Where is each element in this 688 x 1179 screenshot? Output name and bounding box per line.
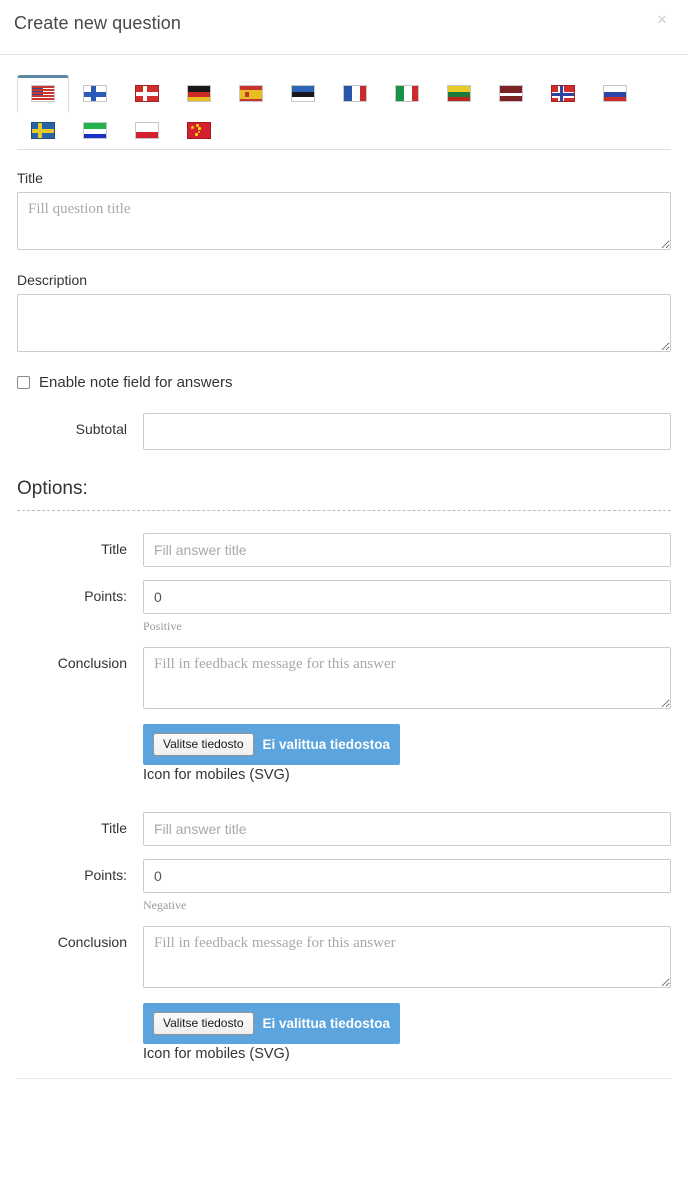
flag-lv-icon xyxy=(499,85,523,102)
language-tab-dk[interactable] xyxy=(121,75,173,113)
flag-it-icon xyxy=(395,85,419,102)
flag-sl-icon xyxy=(83,122,107,139)
question-title-input[interactable] xyxy=(17,192,671,250)
answer-points-row: Points: Positive xyxy=(17,580,671,634)
language-tab-it[interactable] xyxy=(381,75,433,113)
page-title: Create new question xyxy=(14,13,182,33)
flag-es-icon xyxy=(239,85,263,102)
answer-points-row: Points: Negative xyxy=(17,859,671,913)
question-title-label: Title xyxy=(17,170,43,186)
language-tab-fi[interactable] xyxy=(69,75,121,113)
flag-de-icon xyxy=(187,85,211,102)
options-heading: Options: xyxy=(17,478,88,499)
answer-title-input[interactable] xyxy=(143,533,671,567)
answer-points-label: Points: xyxy=(84,588,127,604)
flag-se-icon xyxy=(31,122,55,139)
language-tab-lt[interactable] xyxy=(433,75,485,113)
answer-title-row: Title xyxy=(17,533,671,567)
language-tab-cn[interactable] xyxy=(173,112,225,150)
close-icon[interactable]: × xyxy=(652,10,672,30)
language-tab-list xyxy=(17,55,671,150)
modal-header: Create new question × xyxy=(0,0,688,55)
file-status-text: Ei valittua tiedostoa xyxy=(262,737,391,752)
answer-title-row: Title xyxy=(17,812,671,846)
language-tab-ru[interactable] xyxy=(589,75,641,113)
answer-conclusion-label: Conclusion xyxy=(57,934,127,950)
subtotal-label: Subtotal xyxy=(75,421,127,437)
answer-icon-file-input[interactable]: Valitse tiedosto Ei valittua tiedostoa xyxy=(143,1003,401,1044)
language-tab-pl[interactable] xyxy=(121,112,173,150)
choose-file-button[interactable]: Valitse tiedosto xyxy=(153,1012,254,1035)
answer-points-helper: Negative xyxy=(143,898,187,912)
modal-body: Title Description Enable note field for … xyxy=(0,55,688,1079)
options-divider xyxy=(17,510,671,511)
answer-icon-file-input[interactable]: Valitse tiedosto Ei valittua tiedostoa xyxy=(143,724,401,765)
enable-note-row[interactable]: Enable note field for answers xyxy=(17,374,671,391)
subtotal-row: Subtotal xyxy=(17,413,671,450)
flag-cn-icon xyxy=(187,122,211,139)
flag-pl-icon xyxy=(135,122,159,139)
answer-list: Title Points: Positive Conclusion Valitse ti… xyxy=(17,533,671,1065)
language-tab-se[interactable] xyxy=(17,112,69,150)
flag-fi-icon xyxy=(83,85,107,102)
answer-points-input[interactable] xyxy=(143,580,671,614)
answer-block: Title Points: Negative Conclusion Valitse ti… xyxy=(17,812,671,1065)
language-tab-de[interactable] xyxy=(173,75,225,113)
language-tab-no[interactable] xyxy=(537,75,589,113)
language-tab-us[interactable] xyxy=(17,75,69,113)
answer-points-input[interactable] xyxy=(143,859,671,893)
enable-note-checkbox[interactable] xyxy=(17,376,30,389)
flag-us-icon xyxy=(31,85,55,102)
language-tab-sl[interactable] xyxy=(69,112,121,150)
flag-dk-icon xyxy=(135,85,159,102)
answer-points-label: Points: xyxy=(84,867,127,883)
answer-points-helper: Positive xyxy=(143,619,182,633)
answer-conclusion-row: Conclusion Valitse tiedosto Ei valittua ti… xyxy=(17,926,671,1065)
answer-title-label: Title xyxy=(101,541,127,557)
answer-block: Title Points: Positive Conclusion Valitse ti… xyxy=(17,533,671,786)
flag-ru-icon xyxy=(603,85,627,102)
flag-no-icon xyxy=(551,85,575,102)
answer-conclusion-input[interactable] xyxy=(143,647,671,709)
answer-icon-caption: Icon for mobiles (SVG) xyxy=(143,767,290,783)
answer-title-input[interactable] xyxy=(143,812,671,846)
flag-fr-icon xyxy=(343,85,367,102)
question-description-label: Description xyxy=(17,272,88,288)
subtotal-input[interactable] xyxy=(143,413,671,450)
question-form: Title Description Enable note field for … xyxy=(17,150,671,1079)
flag-ee-icon xyxy=(291,85,315,102)
flag-lt-icon xyxy=(447,85,471,102)
language-tab-ee[interactable] xyxy=(277,75,329,113)
answer-title-label: Title xyxy=(101,820,127,836)
answer-conclusion-row: Conclusion Valitse tiedosto Ei valittua ti… xyxy=(17,647,671,786)
bottom-divider xyxy=(17,1078,671,1079)
question-description-input[interactable] xyxy=(17,294,671,352)
language-tab-es[interactable] xyxy=(225,75,277,113)
answer-icon-upload-row: Valitse tiedosto Ei valittua tiedostoa Ico… xyxy=(143,1003,671,1062)
file-status-text: Ei valittua tiedostoa xyxy=(262,1016,391,1031)
answer-conclusion-label: Conclusion xyxy=(57,655,127,671)
language-tab-lv[interactable] xyxy=(485,75,537,113)
language-tab-fr[interactable] xyxy=(329,75,381,113)
answer-conclusion-input[interactable] xyxy=(143,926,671,988)
enable-note-label: Enable note field for answers xyxy=(39,374,233,391)
choose-file-button[interactable]: Valitse tiedosto xyxy=(153,733,254,756)
answer-icon-caption: Icon for mobiles (SVG) xyxy=(143,1046,290,1062)
answer-icon-upload-row: Valitse tiedosto Ei valittua tiedostoa Ico… xyxy=(143,724,671,783)
